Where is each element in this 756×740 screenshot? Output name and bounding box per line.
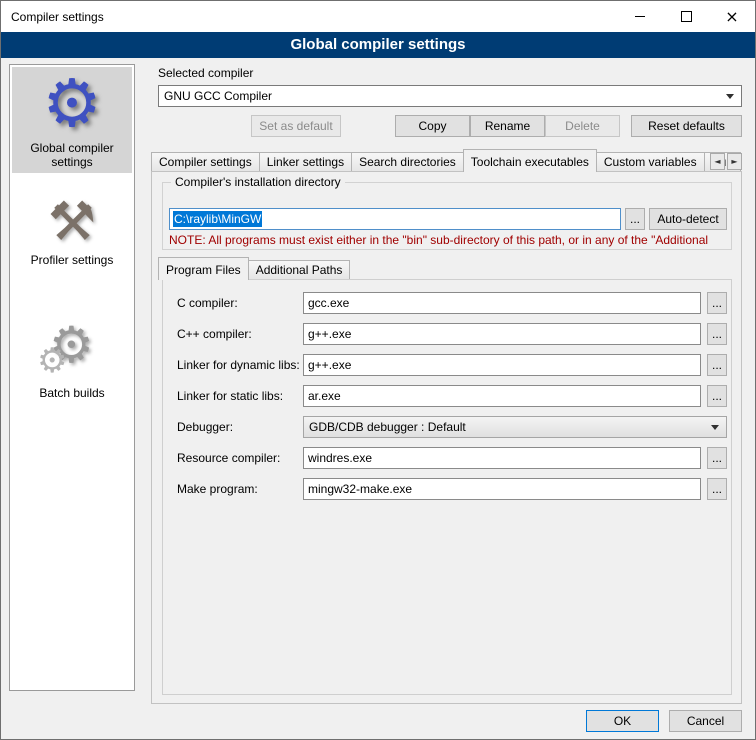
reset-defaults-button[interactable]: Reset defaults [631, 115, 742, 137]
install-dir-browse-button[interactable]: ... [625, 208, 645, 230]
chevron-down-icon [726, 94, 734, 99]
sidebar-item-label: Batch builds [39, 386, 104, 400]
maximize-icon [681, 11, 692, 22]
blue-gear-icon: ⚙ [42, 71, 101, 137]
linker-static-label: Linker for static libs: [177, 385, 283, 407]
caption-buttons: × [617, 1, 755, 32]
install-dir-input[interactable]: C:\raylib\MinGW [169, 208, 621, 230]
sidebar-item-batch-builds[interactable]: ⚙ ⚙ Batch builds [12, 316, 132, 404]
installation-directory-legend: Compiler's installation directory [171, 175, 345, 189]
delete-button[interactable]: Delete [545, 115, 620, 137]
compiler-settings-window: Compiler settings × Global compiler sett… [0, 0, 756, 740]
field-row-resource-compiler: Resource compiler: ... [163, 447, 731, 469]
debugger-select-value: GDB/CDB debugger : Default [309, 420, 466, 434]
settings-sidebar: ⚙ Global compiler settings ⚒ Profiler se… [9, 64, 135, 691]
subtab-additional-paths[interactable]: Additional Paths [248, 260, 351, 279]
sidebar-item-label: Profiler settings [31, 253, 114, 267]
linker-dynamic-browse-button[interactable]: ... [707, 354, 727, 376]
maximize-button[interactable] [663, 1, 709, 32]
cpp-compiler-input[interactable] [303, 323, 701, 345]
gray-gears-icon: ⚙ ⚙ [37, 320, 107, 382]
make-program-browse-button[interactable]: ... [707, 478, 727, 500]
installation-directory-group: Compiler's installation directory C:\ray… [162, 182, 732, 250]
field-row-linker-dynamic: Linker for dynamic libs: ... [163, 354, 731, 376]
resource-compiler-input[interactable] [303, 447, 701, 469]
field-row-make-program: Make program: ... [163, 478, 731, 500]
tab-toolchain-executables[interactable]: Toolchain executables [463, 149, 597, 172]
debugger-label: Debugger: [177, 416, 233, 438]
tab-custom-variables[interactable]: Custom variables [596, 152, 705, 171]
page-title: Global compiler settings [1, 32, 755, 58]
auto-detect-button[interactable]: Auto-detect [649, 208, 727, 230]
install-dir-selected-text: C:\raylib\MinGW [173, 211, 262, 227]
make-program-label: Make program: [177, 478, 258, 500]
field-row-debugger: Debugger: GDB/CDB debugger : Default [163, 416, 731, 438]
chevron-down-icon [711, 425, 719, 430]
linker-dynamic-label: Linker for dynamic libs: [177, 354, 300, 376]
gear-icon: ⚙ [37, 344, 67, 378]
toolchain-panel: Compiler's installation directory C:\ray… [151, 171, 742, 704]
resource-compiler-browse-button[interactable]: ... [707, 447, 727, 469]
compiler-select[interactable]: GNU GCC Compiler [158, 85, 742, 107]
tab-scroll-arrows: ◄ ► [708, 153, 742, 170]
field-row-c-compiler: C compiler: ... [163, 292, 731, 314]
main-area: Selected compiler GNU GCC Compiler Set a… [149, 58, 749, 740]
tab-scroll-left-icon[interactable]: ◄ [710, 153, 725, 170]
minimize-button[interactable] [617, 1, 663, 32]
window-title: Compiler settings [11, 10, 104, 24]
rename-button[interactable]: Rename [470, 115, 545, 137]
close-icon: × [725, 9, 738, 25]
subtab-program-files[interactable]: Program Files [158, 257, 249, 280]
program-files-subtabbar: Program Files Additional Paths [158, 257, 350, 280]
titlebar: Compiler settings × [1, 1, 755, 32]
sidebar-item-label: Global compiler settings [14, 141, 130, 169]
tab-scroll-right-icon[interactable]: ► [727, 153, 742, 170]
copy-button[interactable]: Copy [395, 115, 470, 137]
bin-subdirectory-note: NOTE: All programs must exist either in … [169, 233, 729, 247]
sidebar-item-profiler-settings[interactable]: ⚒ Profiler settings [12, 191, 132, 271]
linker-static-input[interactable] [303, 385, 701, 407]
tab-search-directories[interactable]: Search directories [351, 152, 464, 171]
sidebar-item-global-compiler-settings[interactable]: ⚙ Global compiler settings [12, 67, 132, 173]
linker-dynamic-input[interactable] [303, 354, 701, 376]
cpp-compiler-browse-button[interactable]: ... [707, 323, 727, 345]
program-files-panel: C compiler: ... C++ compiler: ... Linker… [162, 279, 732, 695]
debugger-select[interactable]: GDB/CDB debugger : Default [303, 416, 727, 438]
compiler-select-value: GNU GCC Compiler [164, 89, 272, 103]
c-compiler-input[interactable] [303, 292, 701, 314]
selected-compiler-label: Selected compiler [158, 66, 253, 80]
tab-linker-settings[interactable]: Linker settings [259, 152, 352, 171]
minimize-icon [635, 16, 645, 17]
ok-button[interactable]: OK [586, 710, 659, 732]
set-as-default-button[interactable]: Set as default [251, 115, 341, 137]
cancel-button[interactable]: Cancel [669, 710, 742, 732]
linker-static-browse-button[interactable]: ... [707, 385, 727, 407]
compiler-buttons-row: Set as default Copy Rename Delete Reset … [158, 115, 742, 137]
resource-compiler-label: Resource compiler: [177, 447, 280, 469]
profiler-tool-icon: ⚒ [48, 195, 96, 249]
c-compiler-browse-button[interactable]: ... [707, 292, 727, 314]
close-button[interactable]: × [709, 1, 755, 32]
make-program-input[interactable] [303, 478, 701, 500]
c-compiler-label: C compiler: [177, 292, 238, 314]
field-row-linker-static: Linker for static libs: ... [163, 385, 731, 407]
tab-compiler-settings[interactable]: Compiler settings [151, 152, 260, 171]
field-row-cpp-compiler: C++ compiler: ... [163, 323, 731, 345]
settings-tabbar: Compiler settings Linker settings Search… [151, 149, 742, 172]
cpp-compiler-label: C++ compiler: [177, 323, 252, 345]
